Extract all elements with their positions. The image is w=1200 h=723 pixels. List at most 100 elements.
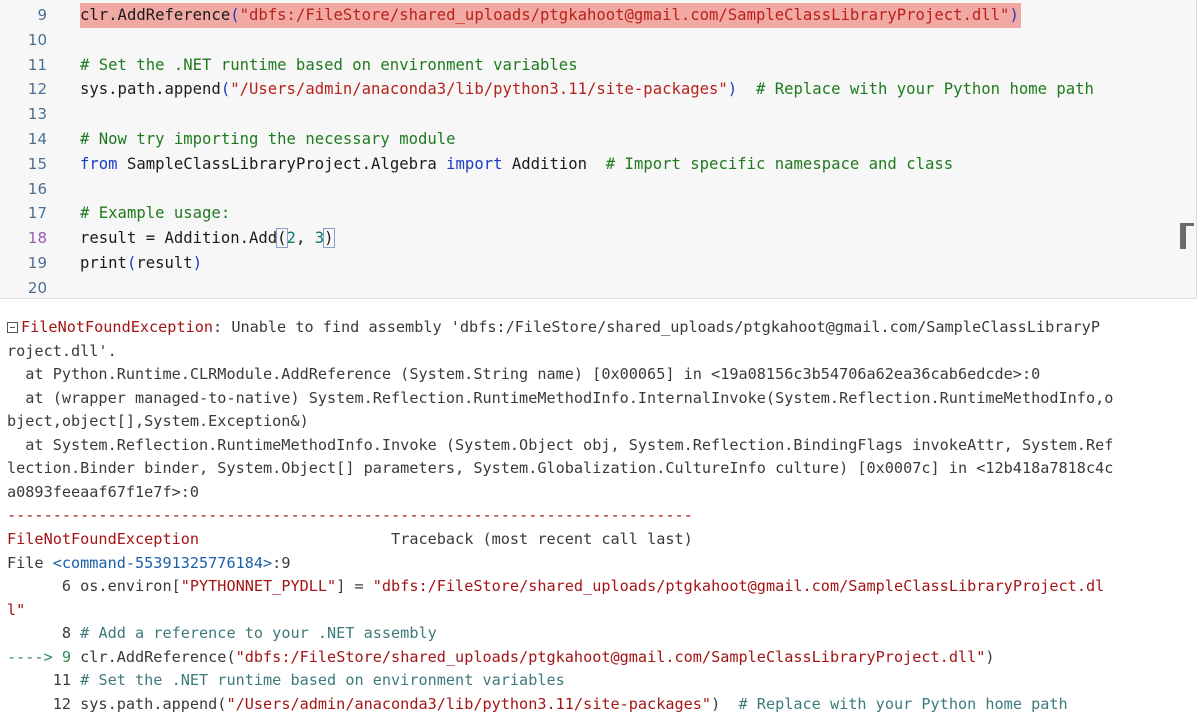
output-line: ----> 9 clr.AddReference("dbfs:/FileStor… [7,646,1197,670]
scrollbar-thumb[interactable] [1180,225,1186,249]
code-text[interactable]: # Now try importing the necessary module [80,127,456,152]
output-line: roject.dll'. [7,340,1197,364]
output-line: at System.Reflection.RuntimeMethodInfo.I… [7,434,1197,458]
code-token: # Now try importing the necessary module [80,130,456,148]
output-line: 12 sys.path.append("/Users/admin/anacond… [7,693,1197,717]
output-token: FileNotFoundException [21,318,214,336]
output-token: ----> 9 [7,647,81,666]
output-token: 12 sys.path.append( [7,694,227,713]
output-line: FileNotFoundException Traceback (most re… [7,528,1197,552]
code-token: ) [727,80,738,99]
output-token: at Python.Runtime.CLRModule.AddReference… [7,365,1041,384]
code-text[interactable]: # Set the .NET runtime based on environm… [80,53,578,78]
output-line: bject,object[],System.Exception&) [7,410,1197,434]
output-token: at System.Reflection.RuntimeMethodInfo.I… [7,435,1114,454]
code-text[interactable]: from SampleClassLibraryProject.Algebra i… [80,152,953,177]
line-number: 10 [27,30,47,49]
output-line: 6 os.environ["PYTHONNET_PYDLL"] = "dbfs:… [7,575,1197,599]
code-text[interactable]: sys.path.append("/Users/admin/anaconda3/… [80,77,1094,102]
output-token: lection.Binder binder, System.Object[] p… [7,459,1114,478]
code-token: # Set the .NET runtime based on environm… [80,55,578,74]
line-number: 18 [27,229,47,248]
code-token: # Replace with your Python home path [755,80,1094,99]
code-token: clr.AddReference [80,6,231,24]
code-text[interactable]: result = Addition.Add(2, 3) [80,226,335,251]
code-line[interactable]: 12 sys.path.append("/Users/admin/anaconda… [0,77,1196,102]
code-token: ( [230,6,240,24]
output-token: "/Users/admin/anaconda3/lib/python3.11/s… [226,694,712,713]
output-line: File <command-55391325776184>:9 [7,552,1197,576]
output-token: File [7,553,53,572]
line-number: 9 [37,6,47,24]
code-token: # Import specific namespace and class [605,154,954,173]
output-line: 8 # Add a reference to your .NET assembl… [7,622,1197,646]
output-token: <command-55391325776184> [52,553,273,572]
output-line: l" [7,599,1197,623]
output-token: :9 [272,553,291,572]
output-token: ) [985,647,995,666]
code-token: "/Users/admin/anaconda3/lib/python3.11/s… [230,80,728,99]
output-token: Traceback (most recent call last) [199,529,693,548]
code-token: from [80,154,118,173]
output-token: "dbfs:/FileStore/shared_uploads/ptgkahoo… [235,647,986,666]
output-line: a0893feeaaf67f1e7f>:0 [7,481,1197,505]
code-token: , [295,229,315,248]
output-line: at Python.Runtime.CLRModule.AddReference… [7,363,1197,387]
code-line[interactable]: 10 [0,28,1196,53]
output-token: # Add a reference to your .NET assembly [80,624,437,643]
line-number: 11 [27,55,47,74]
code-line[interactable]: 19 print(result) [0,251,1196,276]
output-token: ----------------------------------------… [7,506,693,525]
code-text[interactable]: print(result) [80,251,202,276]
output-token: at (wrapper managed-to-native) System.Re… [7,388,1114,407]
code-line[interactable]: 20 [0,276,1196,298]
code-line[interactable]: 11 # Set the .NET runtime based on enviro… [0,53,1196,78]
line-number: 19 [27,254,47,272]
code-token: import [446,154,503,173]
output-token: # Replace with your Python home path [738,694,1068,713]
line-number: 16 [27,179,47,198]
code-token: ( [126,254,137,272]
output-token: 6 os.environ[ [7,577,181,596]
output-token: a0893feeaaf67f1e7f>:0 [7,482,200,501]
code-token: ) [192,254,203,272]
output-token: clr.AddReference( [80,647,236,666]
code-token: SampleClassLibraryProject.Algebra [117,154,447,173]
code-token: # Example usage: [80,204,231,223]
line-number: 14 [27,130,47,148]
line-number: 20 [27,278,47,297]
line-number: 15 [27,154,47,173]
code-text[interactable]: # Example usage: [80,201,230,226]
code-token: ) [1009,6,1019,24]
code-token: print [80,254,127,272]
collapse-icon[interactable] [7,322,18,333]
code-token: result [136,254,193,272]
code-line[interactable]: 14 # Now try importing the necessary modu… [0,127,1196,152]
output-token: FileNotFoundException [7,529,200,548]
code-line[interactable]: 9 clr.AddReference("dbfs:/FileStore/share… [0,3,1196,28]
code-token: ( [220,80,231,99]
output-line: lection.Binder binder, System.Object[] p… [7,457,1197,481]
output-token: 8 [7,624,81,643]
output-token: 11 [7,671,81,690]
output-token: ] = [336,577,373,596]
code-line[interactable]: 17 # Example usage: [0,201,1196,226]
code-token: ) [323,228,335,249]
code-token: ( [276,228,288,249]
output-token: l" [7,600,26,619]
output-token: ) [711,694,739,713]
code-text[interactable]: clr.AddReference("dbfs:/FileStore/shared… [80,3,1021,28]
code-editor[interactable]: 9 clr.AddReference("dbfs:/FileStore/share… [0,0,1197,299]
line-number: 13 [27,105,47,124]
code-token: 3 [314,229,325,248]
output-token: roject.dll'. [7,341,117,360]
output-token: "dbfs:/FileStore/shared_uploads/ptgkahoo… [372,577,1105,596]
output-token: bject,object[],System.Exception&) [7,412,309,431]
code-line[interactable]: 15 from SampleClassLibraryProject.Algebra… [0,152,1196,177]
code-line[interactable]: 18 result = Addition.Add(2, 3) [0,226,1196,251]
output-token: : Unable to find assembly 'dbfs:/FileSto… [213,318,1100,336]
code-token: sys.path.append [80,80,221,99]
code-line[interactable]: 13 [0,102,1196,127]
code-line[interactable]: 16 [0,177,1196,202]
